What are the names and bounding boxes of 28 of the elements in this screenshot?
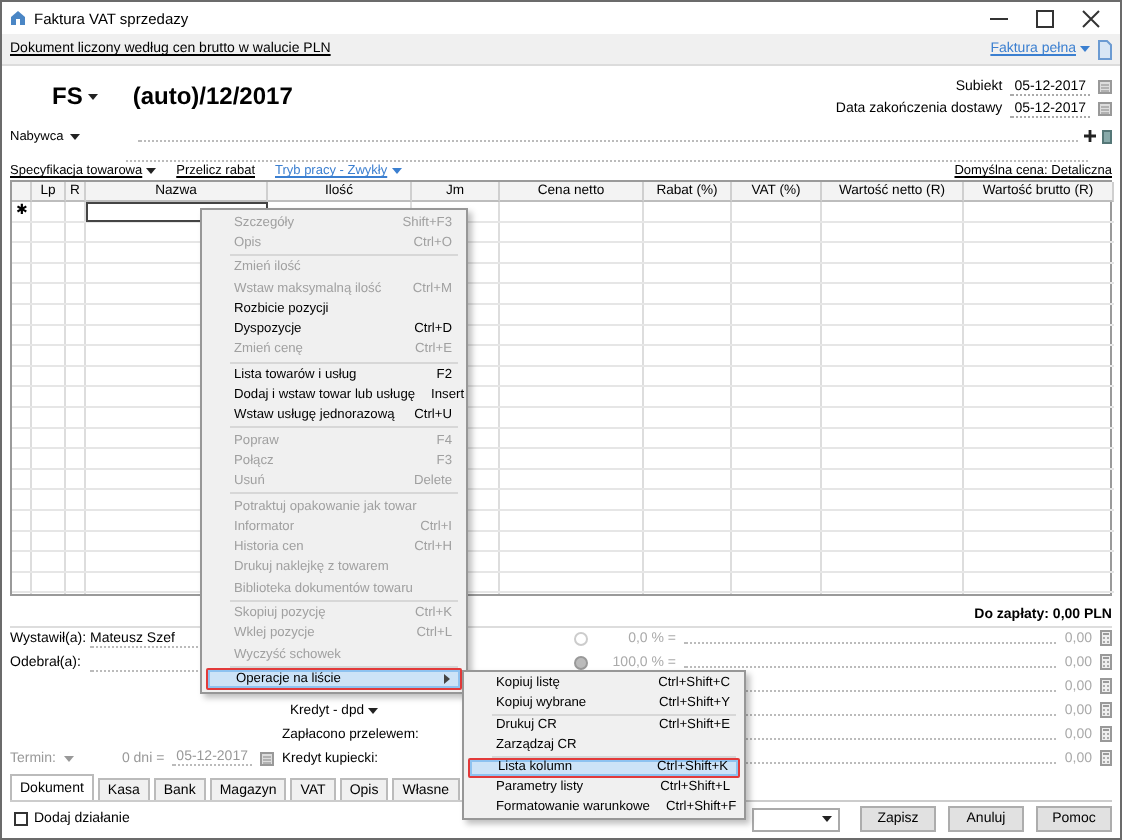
calendar-icon[interactable] [1098,80,1112,94]
caret-icon [391,168,402,174]
app-icon [10,10,26,26]
submenu-arrow-icon [444,673,450,684]
caret-icon [822,816,832,822]
document-number: (auto)/12/2017 [132,82,293,110]
calendar-icon[interactable] [259,751,274,765]
close-icon[interactable] [1082,9,1100,27]
calculator-icon[interactable] [1100,630,1112,646]
calculator-icon[interactable] [1100,654,1112,670]
dropdown-field[interactable] [752,807,840,831]
caret-icon[interactable] [69,133,80,139]
document-icon [1098,39,1112,59]
radio-button[interactable] [574,631,588,645]
calculator-icon[interactable] [1100,750,1112,766]
caret-icon [1080,46,1090,52]
maximize-icon[interactable] [1036,9,1054,27]
caret-icon[interactable] [368,707,379,713]
caret-icon[interactable] [88,93,99,99]
document-type[interactable]: FS [52,82,83,110]
calculator-icon[interactable] [1100,678,1112,694]
checkbox[interactable] [14,812,28,826]
radio-button[interactable] [574,655,588,669]
plus-icon[interactable] [1084,130,1096,142]
calendar-icon[interactable] [1098,102,1112,116]
calculator-icon[interactable] [1100,726,1112,742]
caret-icon [146,168,157,174]
calculator-icon[interactable] [1100,702,1112,718]
